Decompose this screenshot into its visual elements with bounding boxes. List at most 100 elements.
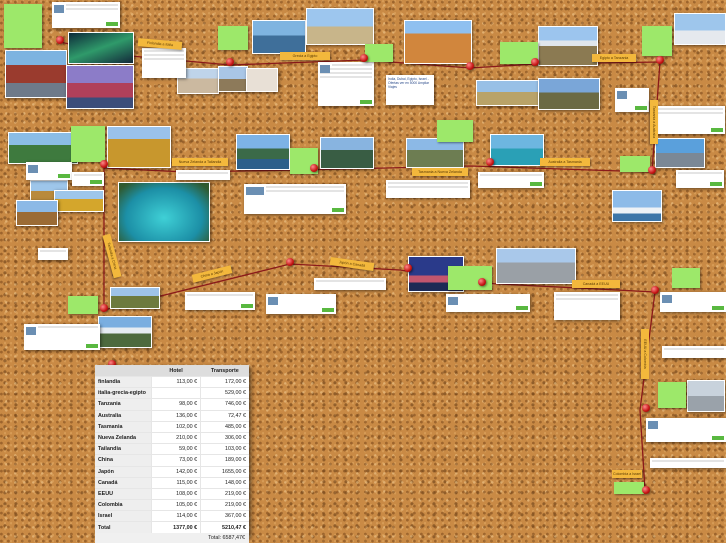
cell-country: Japón (95, 465, 152, 478)
push-pin (310, 164, 318, 172)
photo-thai-shrine (16, 200, 58, 226)
header-transport: Transporte (200, 365, 249, 377)
booking-card[interactable] (554, 292, 620, 320)
booking-card[interactable] (176, 170, 230, 180)
cell-country: finlandia (95, 375, 152, 388)
cell-hotel: 98,00 € (150, 398, 201, 411)
sticky-note (658, 382, 686, 408)
booking-card[interactable] (52, 2, 120, 28)
sticky-note (218, 26, 248, 50)
booking-card[interactable] (266, 294, 336, 314)
booking-card[interactable] (660, 292, 726, 312)
booking-card[interactable]: India, Dubai, Egipto, Israel - Ofertas v… (386, 75, 434, 105)
cell-country: Colombia (95, 499, 152, 511)
cell-hotel (150, 387, 201, 399)
cell-transport: 485,00 € (200, 420, 249, 433)
sticky-note (448, 266, 492, 290)
cell-transport: 72,47 € (200, 409, 249, 422)
photo-savanna (476, 80, 542, 106)
travel-offer-text: India, Dubai, Egipto, Israel - Ofertas v… (388, 77, 430, 89)
photo-tokyo (496, 248, 576, 284)
cell-country: Tasmania (95, 420, 152, 433)
header-country (95, 365, 152, 377)
photo-mountains (538, 78, 600, 110)
cell-transport: 746,00 € (200, 398, 249, 411)
push-pin (648, 166, 656, 174)
booking-card[interactable] (318, 62, 374, 106)
cell-total-transport: 5210,47 € (200, 521, 249, 533)
push-pin (478, 278, 486, 286)
booking-card[interactable] (676, 170, 724, 188)
cost-table: Hotel Transporte finlandia 113,00 €172,00… (95, 365, 249, 543)
photo-santorini (246, 68, 278, 92)
route-label: Canadá a EEUU (572, 280, 620, 288)
sticky-note (437, 120, 473, 142)
cell-country: Israel (95, 510, 152, 522)
sticky-note (614, 482, 644, 494)
sticky-note (71, 126, 105, 162)
booking-card[interactable] (314, 278, 386, 290)
booking-card[interactable] (615, 88, 649, 112)
cell-hotel: 73,00 € (150, 454, 201, 466)
cell-hotel: 142,00 € (150, 465, 201, 478)
table-row: Israel 114,00 €367,00 € (95, 510, 249, 522)
push-pin (642, 404, 650, 412)
cell-hotel: 115,00 € (150, 476, 201, 489)
push-pin (56, 36, 64, 44)
booking-card[interactable] (386, 180, 470, 198)
table-total-row: Total 1377,00 €5210,47 € (95, 521, 249, 533)
table-row: Tasmania 102,00 €485,00 € (95, 420, 249, 433)
table-row: finlandia 113,00 €172,00 € (95, 375, 249, 388)
booking-card[interactable] (446, 294, 530, 312)
booking-card[interactable] (662, 346, 726, 358)
booking-card[interactable] (185, 292, 255, 310)
booking-card[interactable] (38, 248, 68, 260)
photo-finland-town (66, 65, 134, 109)
booking-card[interactable] (72, 172, 104, 186)
table-row: EEUU 108,00 €219,00 € (95, 487, 249, 500)
photo-kilimanjaro (538, 26, 598, 66)
photo-abu-simbel (404, 20, 472, 64)
cell-country: Australia (95, 409, 152, 422)
table-row: italia-grecia-egipto 529,00 € (95, 387, 249, 399)
booking-card[interactable] (26, 162, 72, 180)
push-pin (226, 58, 234, 66)
table-row: Japón 142,00 €1655,00 € (95, 465, 249, 478)
push-pin (486, 158, 494, 166)
cell-transport: 219,00 € (200, 499, 249, 511)
booking-card[interactable] (24, 324, 100, 350)
booking-card[interactable] (655, 106, 725, 134)
photo-parthenon (306, 8, 374, 45)
cell-hotel: 108,00 € (150, 487, 201, 500)
cell-country: EEUU (95, 487, 152, 500)
push-pin (100, 304, 108, 312)
grand-total: Total: 6587,47€ (95, 532, 249, 543)
booking-card[interactable] (650, 458, 726, 468)
sticky-note (620, 156, 650, 172)
table-row: Colombia 105,00 €219,00 € (95, 499, 249, 511)
push-pin (642, 486, 650, 494)
push-pin (656, 56, 664, 64)
route-label: Colombia a Israel (612, 470, 642, 478)
cell-hotel: 113,00 € (150, 375, 201, 388)
cell-country: italia-grecia-egipto (95, 387, 152, 399)
sticky-note (4, 4, 42, 48)
route-label: Nueva Zelanda a Tailandia (172, 158, 228, 166)
photo-statue (218, 66, 248, 92)
cell-hotel: 102,00 € (150, 420, 201, 433)
cell-country: China (95, 454, 152, 466)
booking-card[interactable] (478, 172, 544, 188)
route-label: Tanzania a Australia (650, 100, 658, 144)
cell-country: Nueva Zelanda (95, 431, 152, 444)
route-label: EEUU a Colombia (641, 329, 649, 379)
table-row: Australia 136,00 €72,47 € (95, 409, 249, 422)
cell-hotel: 210,00 € (150, 431, 201, 444)
table-row: Nueva Zelanda 210,00 €306,00 € (95, 431, 249, 444)
push-pin (360, 54, 368, 62)
header-hotel: Hotel (151, 365, 201, 377)
photo-fjord (236, 134, 290, 170)
booking-card[interactable] (142, 48, 186, 78)
booking-card[interactable] (244, 184, 346, 214)
photo-mountain-valley (406, 138, 464, 168)
booking-card[interactable] (646, 418, 726, 442)
